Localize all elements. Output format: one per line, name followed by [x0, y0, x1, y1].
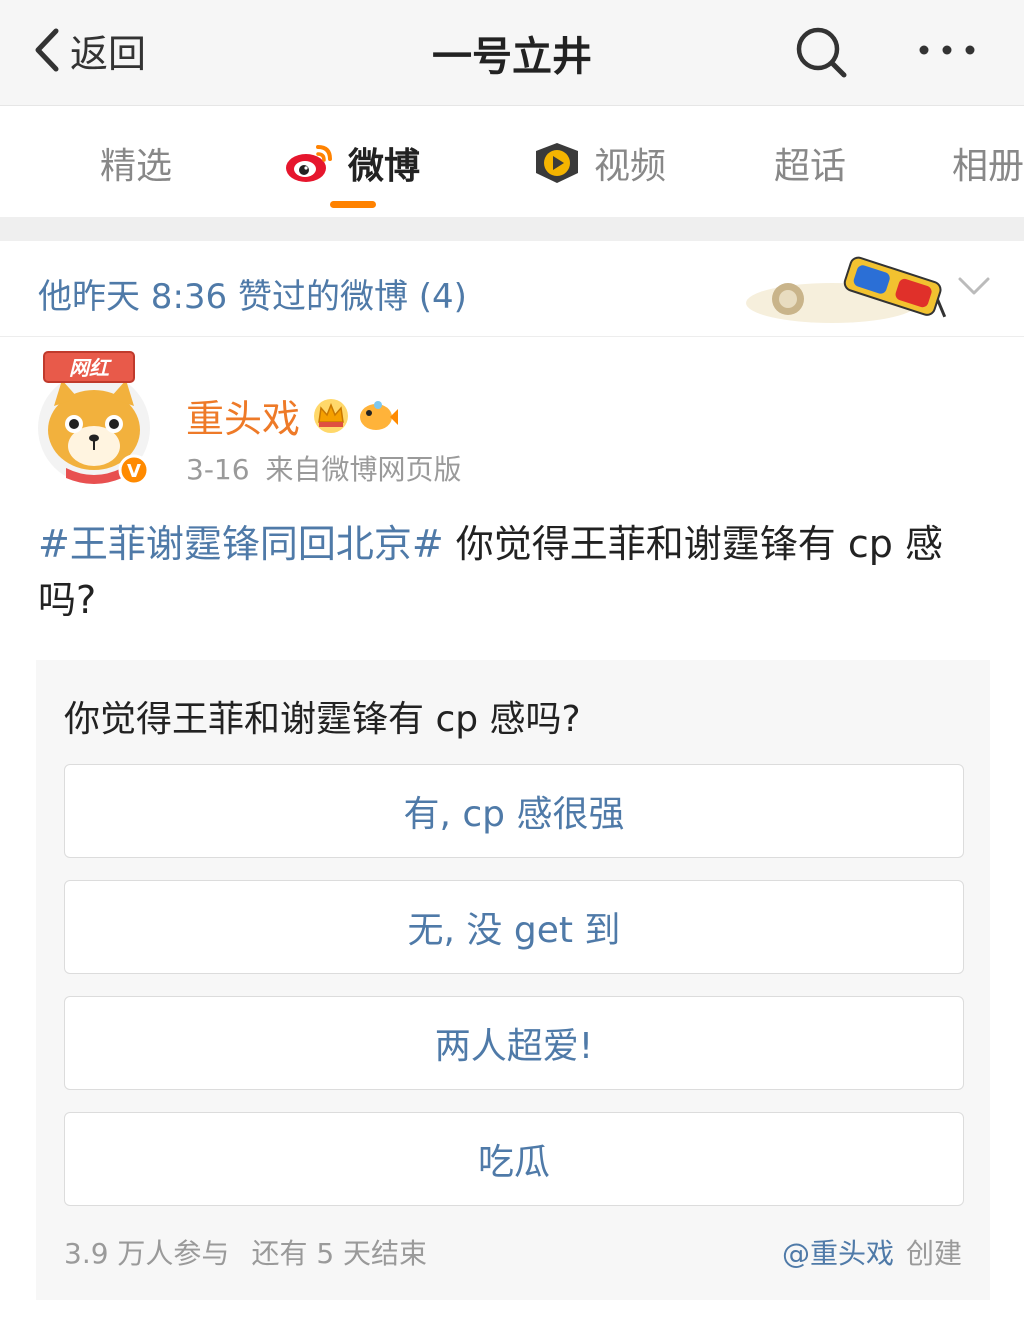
more-button[interactable]	[912, 30, 982, 70]
chevron-left-icon	[35, 28, 59, 72]
back-label: 返回	[70, 31, 147, 76]
avatar[interactable]: 网红 V	[36, 350, 154, 486]
decoration-image	[742, 255, 952, 325]
poll-created-label: 创建	[905, 1237, 962, 1270]
more-icon	[919, 45, 975, 55]
post-text: #王菲谢霆锋同回北京# 你觉得王菲和谢霆锋有 cp 感吗?	[38, 516, 988, 628]
tab-label: 超话	[774, 146, 847, 187]
svg-text:网红: 网红	[69, 356, 112, 380]
tab-label: 相册	[952, 146, 1024, 187]
section-divider	[0, 217, 1024, 241]
liked-posts-banner[interactable]: 他昨天 8:36 赞过的微博 (4)	[0, 241, 1024, 337]
poll-option-3[interactable]: 两人超爱!	[64, 996, 964, 1090]
author-name[interactable]: 重头戏	[186, 388, 399, 443]
tab-label: 精选	[100, 146, 173, 187]
topic-link[interactable]: #王菲谢霆锋同回北京#	[38, 522, 444, 566]
poll-time-left: 还有 5 天结束	[251, 1237, 428, 1270]
page-title: 一号立井	[432, 34, 592, 80]
svg-text:V: V	[127, 461, 141, 482]
poll-question: 你觉得王菲和谢霆锋有 cp 感吗?	[64, 699, 581, 740]
liked-posts-text: 他昨天 8:36 赞过的微博 (4)	[38, 277, 467, 317]
poll-option-label: 两人超爱!	[434, 1026, 594, 1067]
tab-supertopic[interactable]: 超话	[774, 135, 846, 191]
post-date: 3-16	[186, 453, 250, 486]
post-meta: 3-16 来自微博网页版	[186, 448, 462, 488]
crown-badge-icon	[314, 398, 349, 433]
poll-participants: 3.9 万人参与	[64, 1237, 230, 1270]
top-nav-bar: 返回 一号立井	[0, 0, 1024, 106]
search-icon	[796, 27, 847, 78]
tab-label: 微博	[348, 146, 421, 187]
poll-creator-link[interactable]: @重头戏	[782, 1237, 894, 1270]
post-source: 来自微博网页版	[265, 453, 462, 486]
poll-card: 你觉得王菲和谢霆锋有 cp 感吗? 有, cp 感很强 无, 没 get 到 两…	[36, 660, 990, 1300]
poll-option-2[interactable]: 无, 没 get 到	[64, 880, 964, 974]
tab-featured[interactable]: 精选	[100, 135, 172, 191]
active-tab-indicator	[330, 201, 376, 208]
poll-option-label: 无, 没 get 到	[407, 910, 621, 951]
tab-weibo[interactable]: 微博	[284, 135, 420, 191]
profile-tabs: 精选 微博 视频 超话 相册	[0, 107, 1024, 217]
poll-option-label: 吃瓜	[477, 1142, 550, 1183]
author-name-text: 重头戏	[186, 397, 301, 441]
video-play-icon	[532, 141, 582, 185]
tab-label: 视频	[594, 146, 667, 187]
back-button[interactable]: 返回	[30, 22, 146, 78]
poll-option-4[interactable]: 吃瓜	[64, 1112, 964, 1206]
chevron-down-icon[interactable]	[956, 271, 992, 301]
poll-creator-info: @重头戏 创建	[782, 1232, 962, 1272]
fish-badge-icon	[360, 400, 399, 430]
weibo-logo-icon	[284, 141, 336, 185]
tab-album[interactable]: 相册	[952, 135, 1024, 191]
search-button[interactable]	[792, 24, 852, 80]
poll-option-1[interactable]: 有, cp 感很强	[64, 764, 964, 858]
poll-stats: 3.9 万人参与 还有 5 天结束	[64, 1232, 427, 1272]
tab-video[interactable]: 视频	[532, 135, 666, 191]
poll-option-label: 有, cp 感很强	[403, 794, 625, 835]
